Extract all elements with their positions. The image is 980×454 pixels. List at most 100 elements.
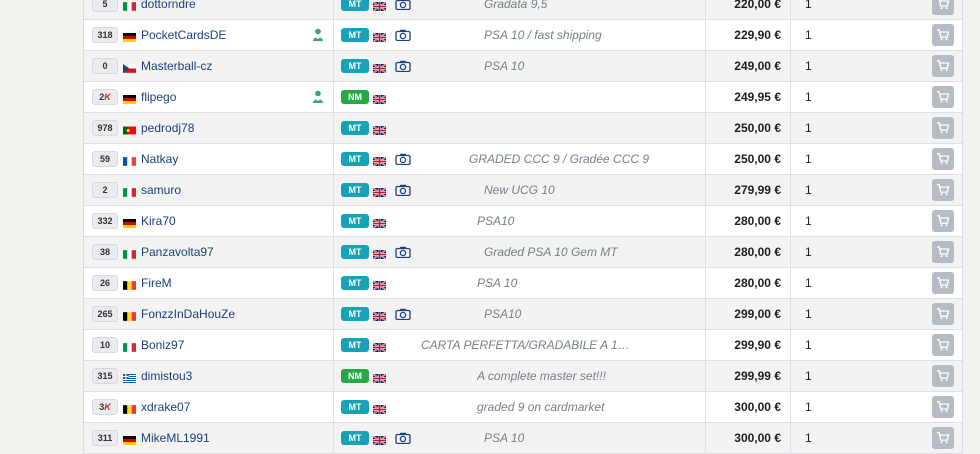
offer-price: 249,95 €: [706, 82, 791, 112]
offer-price: 280,00 €: [706, 206, 791, 236]
condition-badge: MT: [341, 28, 369, 42]
camera-icon[interactable]: [395, 432, 411, 445]
product-info-cell: MT PSA10: [334, 299, 706, 329]
country-flag-icon-cz: [123, 62, 136, 73]
seller-link[interactable]: pedrodj78: [141, 121, 194, 135]
add-to-cart-button[interactable]: [932, 117, 954, 139]
add-to-cart-button[interactable]: [932, 0, 954, 15]
seller-cell: 3K xdrake07: [84, 392, 334, 422]
shopping-cart-icon: [936, 29, 950, 41]
condition-badge: MT: [341, 307, 369, 321]
product-info-cell: MT: [334, 113, 706, 143]
shopping-cart-icon: [936, 122, 950, 134]
offer-quantity: 1: [805, 276, 812, 290]
offer-price: 300,00 €: [706, 423, 791, 453]
offer-price: 279,99 €: [706, 175, 791, 205]
add-to-cart-button[interactable]: [932, 396, 954, 418]
add-to-cart-button[interactable]: [932, 86, 954, 108]
seller-link[interactable]: FonzzInDaHouZe: [141, 307, 235, 321]
product-info-cell: NM A complete master set!!!: [334, 361, 706, 391]
language-flag-icon-en: [372, 248, 387, 260]
camera-icon[interactable]: [395, 60, 411, 73]
offer-row: 2K flipego NM 249,95 € 1: [84, 82, 962, 113]
seller-link[interactable]: MikeML1991: [141, 431, 210, 445]
product-info-cell: MT PSA 10: [334, 51, 706, 81]
offer-price: 220,00 €: [706, 0, 791, 19]
camera-icon[interactable]: [395, 308, 411, 321]
offer-comment: PSA 10: [484, 59, 525, 73]
add-to-cart-button[interactable]: [932, 210, 954, 232]
offer-comment: New UCG 10: [484, 183, 555, 197]
seller-link[interactable]: Natkay: [141, 152, 178, 166]
country-flag-icon-it: [123, 0, 136, 11]
offer-quantity: 1: [805, 245, 812, 259]
shopping-cart-icon: [936, 91, 950, 103]
product-info-cell: MT CARTA PERFETTA/GRADABILE A 10/SPEDIZI…: [334, 330, 706, 360]
offer-comment: GRADED CCC 9 / Gradée CCC 9: [469, 152, 650, 166]
language-flag-icon-en: [372, 186, 387, 198]
camera-icon[interactable]: [395, 0, 411, 11]
sales-count-badge: 318: [92, 27, 118, 43]
seller-link[interactable]: dimistou3: [141, 369, 192, 383]
seller-cell: 2 samuro: [84, 175, 334, 205]
offer-quantity: 1: [805, 59, 812, 73]
sales-count-badge: 38: [92, 244, 118, 260]
camera-icon[interactable]: [395, 184, 411, 197]
seller-cell: 38 Panzavolta97: [84, 237, 334, 267]
condition-badge: MT: [341, 431, 369, 445]
add-to-cart-button[interactable]: [932, 303, 954, 325]
offer-comment: Gradata 9,5: [484, 0, 548, 11]
offer-price: 249,00 €: [706, 51, 791, 81]
offer-row: 38 Panzavolta97 MT Graded PSA 10 Gem MT …: [84, 237, 962, 268]
add-to-cart-button[interactable]: [932, 272, 954, 294]
shopping-cart-icon: [936, 184, 950, 196]
add-to-cart-button[interactable]: [932, 148, 954, 170]
shopping-cart-icon: [936, 0, 950, 10]
camera-icon[interactable]: [395, 153, 411, 166]
shopping-cart-icon: [936, 339, 950, 351]
add-to-cart-button[interactable]: [932, 334, 954, 356]
offer-comment: PSA 10 / fast shipping: [484, 28, 602, 42]
seller-cell: 59 Natkay: [84, 144, 334, 174]
offer-quantity: 1: [805, 90, 812, 104]
offer-comment: PSA 10: [484, 431, 525, 445]
offer-price: 299,00 €: [706, 299, 791, 329]
add-to-cart-button[interactable]: [932, 179, 954, 201]
language-flag-icon-en: [372, 124, 387, 136]
seller-link[interactable]: xdrake07: [141, 400, 190, 414]
camera-icon[interactable]: [395, 246, 411, 259]
seller-link[interactable]: Kira70: [141, 214, 176, 228]
seller-cell: 265 FonzzInDaHouZe: [84, 299, 334, 329]
product-info-cell: NM: [334, 82, 706, 112]
offer-quantity: 1: [805, 183, 812, 197]
country-flag-icon-de: [123, 93, 136, 104]
seller-link[interactable]: flipego: [141, 90, 176, 104]
seller-link[interactable]: Masterball-cz: [141, 59, 212, 73]
country-flag-icon-be: [123, 279, 136, 290]
add-to-cart-button[interactable]: [932, 55, 954, 77]
add-to-cart-button[interactable]: [932, 24, 954, 46]
offer-price: 280,00 €: [706, 237, 791, 267]
product-info-cell: MT PSA 10 / fast shipping: [334, 20, 706, 50]
country-flag-icon-de: [123, 434, 136, 445]
seller-link[interactable]: PocketCardsDE: [141, 28, 226, 42]
camera-icon[interactable]: [395, 29, 411, 42]
shopping-cart-icon: [936, 153, 950, 165]
offer-row: 3K xdrake07 MT graded 9 on cardmarket 30…: [84, 392, 962, 423]
offer-row: 10 Boniz97 MT CARTA PERFETTA/GRADABILE A…: [84, 330, 962, 361]
seller-link[interactable]: dottorndre: [141, 0, 196, 11]
add-to-cart-button[interactable]: [932, 427, 954, 449]
seller-link[interactable]: samuro: [141, 183, 181, 197]
offer-price: 229,90 €: [706, 20, 791, 50]
seller-link[interactable]: FireM: [141, 276, 172, 290]
seller-link[interactable]: Panzavolta97: [141, 245, 214, 259]
add-to-cart-button[interactable]: [932, 365, 954, 387]
seller-link[interactable]: Boniz97: [141, 338, 184, 352]
add-to-cart-button[interactable]: [932, 241, 954, 263]
offer-comment: PSA 10: [477, 276, 518, 290]
product-info-cell: MT Gradata 9,5: [334, 0, 706, 19]
seller-cell: 978 pedrodj78: [84, 113, 334, 143]
offer-quantity: 1: [805, 121, 812, 135]
language-flag-icon-en: [372, 310, 387, 322]
condition-badge: MT: [341, 152, 369, 166]
